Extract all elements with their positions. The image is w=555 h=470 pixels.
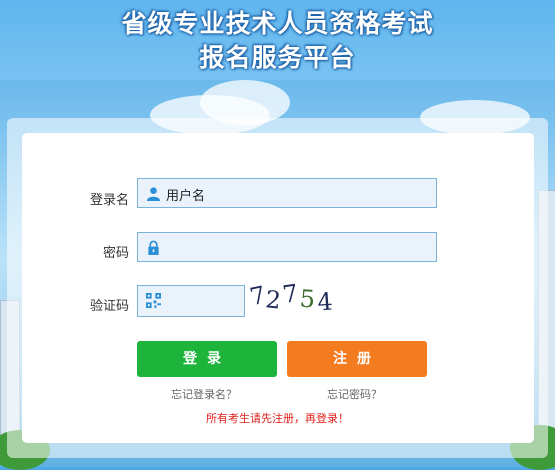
page-title-line2: 报名服务平台: [199, 43, 356, 72]
username-label: 登录名: [89, 193, 129, 208]
user-icon: [146, 187, 161, 201]
captcha-input[interactable]: [137, 285, 245, 317]
qr-code-icon: [146, 293, 161, 308]
username-input[interactable]: 用户名: [137, 178, 437, 208]
username-placeholder: 用户名: [166, 189, 206, 204]
captcha-digit: 7: [280, 279, 300, 309]
captcha-digit: 2: [264, 285, 283, 315]
login-button[interactable]: 登录: [137, 341, 277, 377]
lock-icon: [148, 240, 159, 255]
captcha-digit: 5: [298, 284, 316, 314]
register-button[interactable]: 注册: [287, 341, 427, 377]
register-notice: 所有考生请先注册，再登录！: [206, 412, 349, 425]
page-title-line1: 省级专业技术人员资格考试: [121, 9, 434, 38]
password-label: 密码: [102, 246, 129, 261]
captcha-digit: 4: [316, 287, 334, 317]
password-input[interactable]: [137, 232, 437, 262]
forgot-password-link[interactable]: 忘记密码？: [327, 386, 382, 402]
captcha-image[interactable]: 72754: [247, 279, 360, 318]
captcha-label: 验证码: [89, 299, 129, 314]
forgot-username-link[interactable]: 忘记登录名？: [171, 386, 237, 402]
